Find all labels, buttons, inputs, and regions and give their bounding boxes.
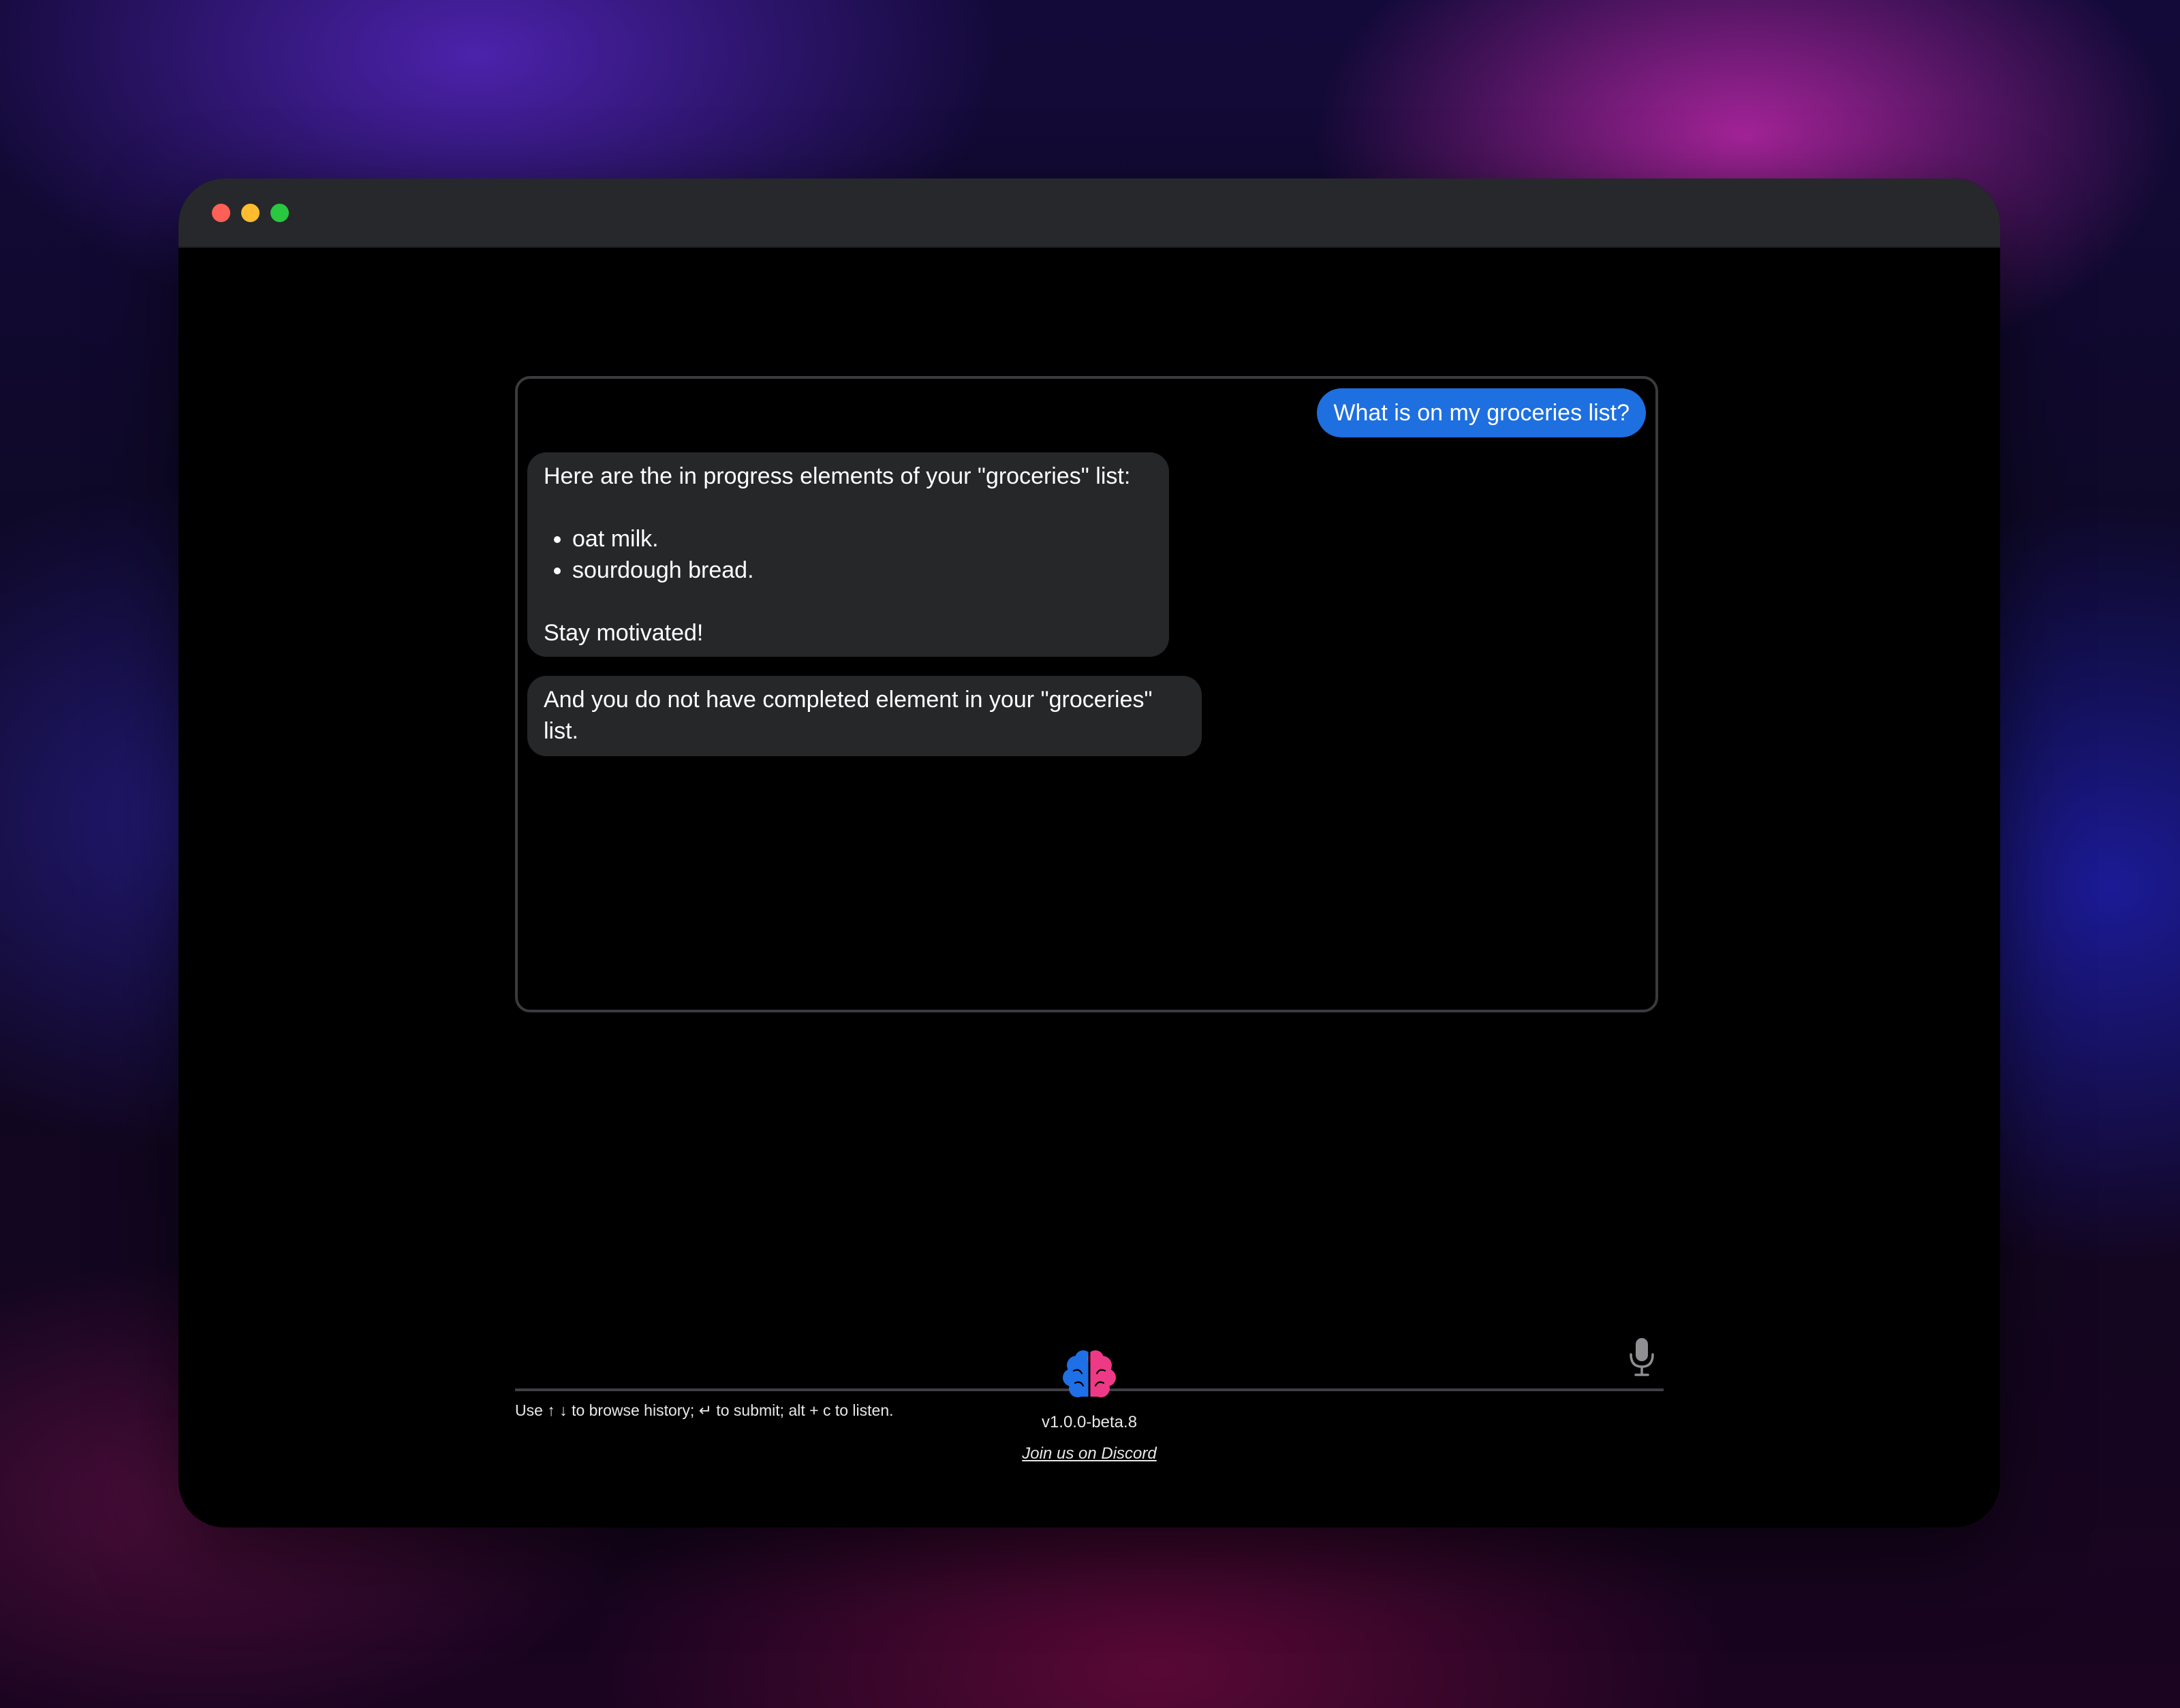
- minimize-window-button[interactable]: [241, 204, 260, 222]
- close-window-button[interactable]: [212, 204, 230, 222]
- assistant-message: And you do not have completed element in…: [527, 676, 1202, 756]
- title-bar: [178, 178, 2000, 248]
- list-item: sourdough bread.: [572, 555, 1153, 586]
- microphone-icon[interactable]: [1627, 1337, 1657, 1378]
- grocery-items-list: oat milk. sourdough bread.: [544, 523, 1153, 586]
- brain-icon: [1063, 1350, 1116, 1399]
- assistant-message-intro: Here are the in progress elements of you…: [544, 463, 1131, 489]
- chat-panel[interactable]: What is on my groceries list? Here are t…: [515, 376, 1658, 1012]
- discord-link[interactable]: Join us on Discord: [1022, 1444, 1156, 1463]
- user-message: What is on my groceries list?: [1317, 388, 1646, 437]
- assistant-message: Here are the in progress elements of you…: [527, 452, 1169, 657]
- list-item: oat milk.: [572, 523, 1153, 555]
- maximize-window-button[interactable]: [270, 204, 289, 222]
- assistant-message-outro: Stay motivated!: [544, 620, 704, 646]
- app-window: What is on my groceries list? Here are t…: [178, 178, 2000, 1527]
- version-label: v1.0.0-beta.8: [1041, 1413, 1138, 1431]
- keyboard-hint: Use ↑ ↓ to browse history; ↵ to submit; …: [515, 1401, 894, 1419]
